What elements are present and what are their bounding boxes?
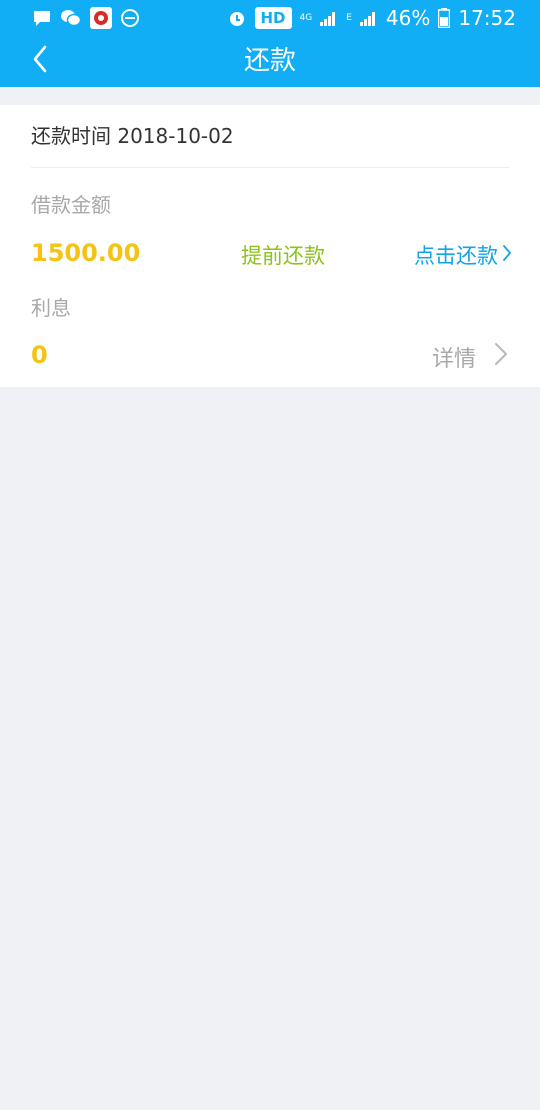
wechat-icon: [60, 8, 82, 28]
status-bar: HD 4G E 46% 17:52: [0, 0, 540, 36]
network-4g-label: 4G: [299, 13, 313, 23]
message-icon: [32, 8, 52, 28]
battery-percent: 46%: [385, 6, 431, 30]
chevron-right-icon: [494, 342, 508, 372]
interest-value: 0: [31, 341, 48, 369]
hd-badge: HD: [254, 7, 292, 29]
alarm-icon: [227, 8, 247, 28]
app-icon: [90, 7, 112, 29]
status-left-icons: [32, 7, 140, 29]
click-repay-label: 点击还款: [414, 244, 498, 268]
dnd-icon: [120, 8, 140, 28]
early-repay-button[interactable]: 提前还款: [241, 240, 325, 270]
chevron-right-icon: [502, 243, 512, 267]
repayment-time-row: 还款时间 2018-10-02: [31, 105, 234, 167]
signal-icon: [320, 10, 338, 26]
details-label: 详情: [431, 347, 476, 372]
repayment-card: 还款时间 2018-10-02 借款金额 1500.00 提前还款 点击还款 利…: [0, 105, 540, 387]
divider: [31, 167, 509, 168]
interest-label: 利息: [31, 296, 71, 320]
details-button[interactable]: 详情: [432, 341, 508, 373]
repayment-time-label: 还款时间: [31, 124, 111, 148]
clock-time: 17:52: [458, 6, 516, 30]
battery-icon: [438, 8, 451, 28]
click-repay-button[interactable]: 点击还款: [414, 240, 512, 270]
page-title: 还款: [243, 46, 296, 76]
navigation-bar: 还款: [0, 36, 540, 87]
network-e-label: E: [346, 13, 352, 23]
signal-icon: [359, 10, 378, 26]
loan-amount-value: 1500.00: [31, 239, 141, 267]
status-right-icons: HD 4G E 46% 17:52: [227, 6, 516, 30]
loan-amount-label: 借款金额: [31, 193, 111, 217]
repayment-time-value: 2018-10-02: [117, 124, 234, 148]
